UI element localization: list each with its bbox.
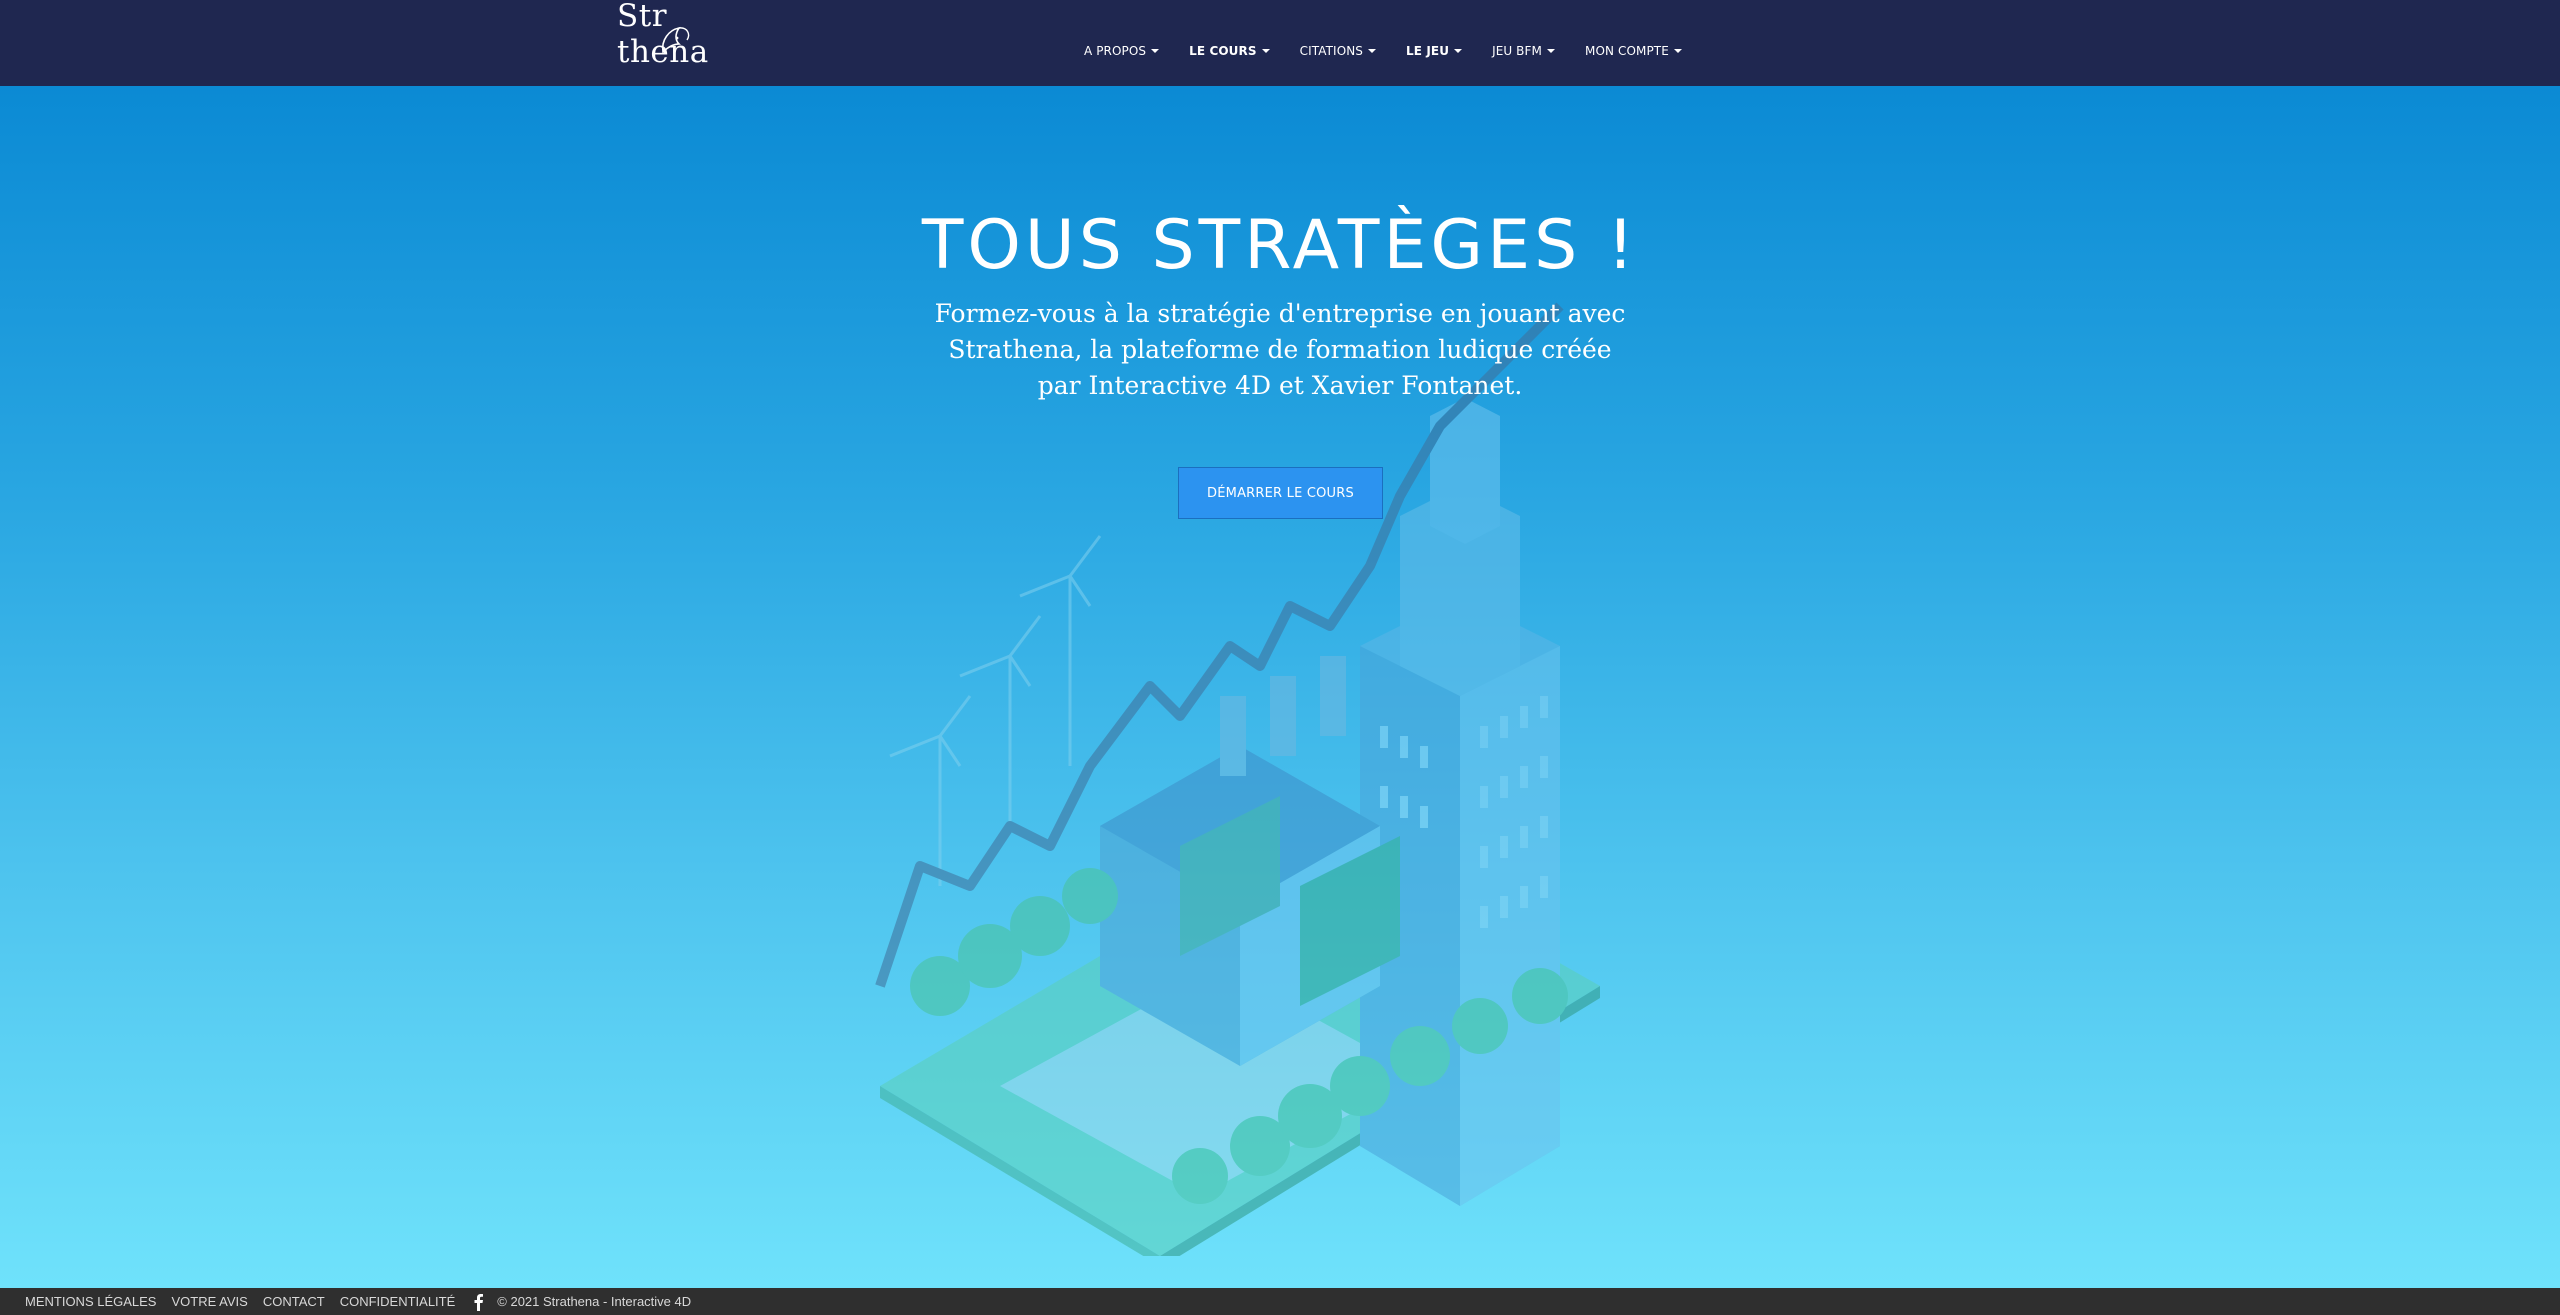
nav-item-mon-compte[interactable]: MON COMPTE	[1585, 40, 1682, 62]
footer-link-mentions-legales[interactable]: MENTIONS LÉGALES	[25, 1294, 156, 1309]
caret-down-icon	[1151, 49, 1160, 53]
caret-down-icon	[1673, 49, 1682, 53]
caret-down-icon	[1261, 49, 1270, 53]
nav-item-le-cours[interactable]: LE COURS	[1189, 40, 1270, 62]
nav-item-citations[interactable]: CITATIONS	[1299, 40, 1377, 62]
caret-down-icon	[1546, 49, 1555, 53]
facebook-icon[interactable]	[472, 1293, 484, 1311]
start-course-button[interactable]: DÉMARRER LE COURS	[1178, 467, 1383, 519]
logo-wordmark: Str thena	[617, 0, 709, 70]
main-nav: A PROPOS LE COURS CITATIONS LE JEU JEU B…	[1084, 40, 1682, 62]
hero-section: TOUS STRATÈGES ! Formez-vous à la straté…	[0, 86, 2560, 1288]
nav-label: LE JEU	[1406, 44, 1450, 58]
nav-label: LE COURS	[1189, 44, 1257, 58]
strathena-logo[interactable]: Str thena	[617, 0, 751, 72]
nav-item-le-jeu[interactable]: LE JEU	[1406, 40, 1463, 62]
copyright-text: © 2021 Strathena - Interactive 4D	[497, 1294, 692, 1309]
nav-label: JEU BFM	[1492, 44, 1542, 58]
caret-down-icon	[1368, 49, 1377, 53]
hero-title: TOUS STRATÈGES !	[921, 206, 1639, 285]
footer-link-votre-avis[interactable]: VOTRE AVIS	[171, 1294, 247, 1309]
nav-item-a-propos[interactable]: A PROPOS	[1084, 40, 1160, 62]
nav-label: A PROPOS	[1084, 44, 1147, 58]
nav-label: CITATIONS	[1299, 44, 1364, 58]
footer-bar: MENTIONS LÉGALES VOTRE AVIS CONTACT CONF…	[0, 1288, 2560, 1315]
nav-label: MON COMPTE	[1584, 44, 1669, 58]
nav-item-jeu-bfm[interactable]: JEU BFM	[1492, 40, 1555, 62]
hero-subtitle: Formez-vous à la stratégie d'entreprise …	[934, 299, 1626, 400]
footer-link-confidentialite[interactable]: CONFIDENTIALITÉ	[340, 1294, 456, 1309]
caret-down-icon	[1454, 49, 1463, 53]
footer-link-contact[interactable]: CONTACT	[263, 1294, 325, 1309]
top-navbar: Str thena A PROPOS LE COURS CITATIONS LE…	[0, 0, 2560, 86]
isometric-city-illustration	[875, 302, 1600, 1256]
